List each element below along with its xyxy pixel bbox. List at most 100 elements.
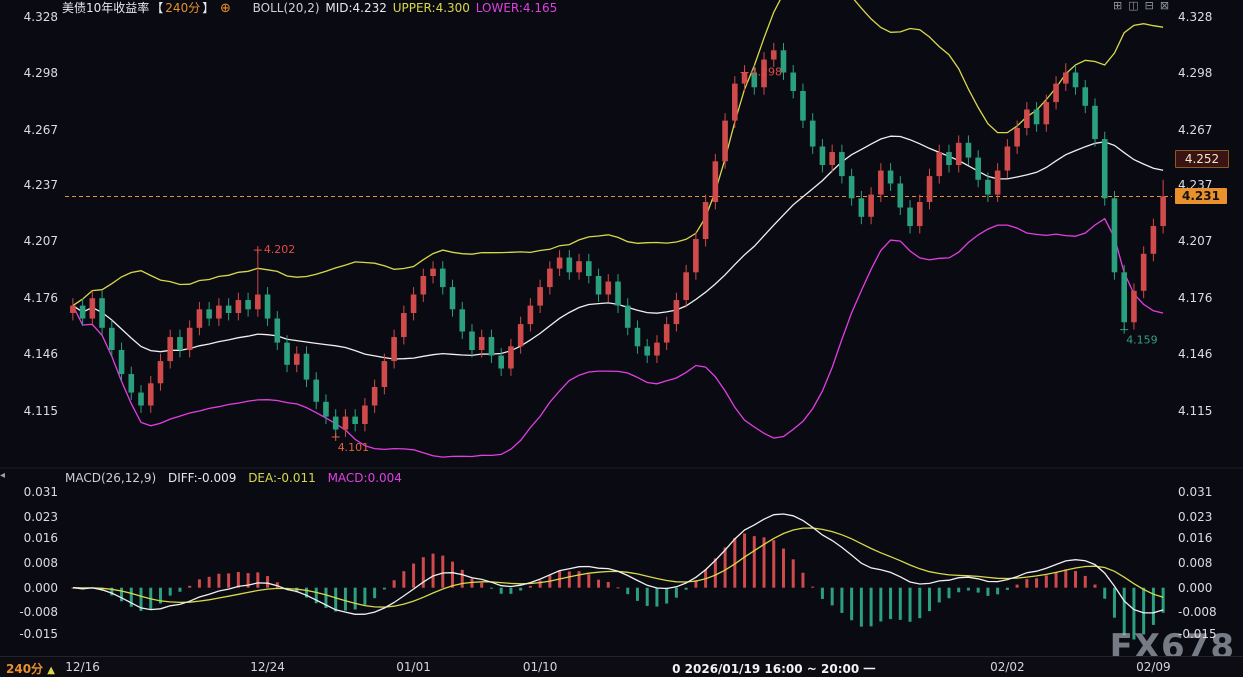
candle-body	[459, 309, 465, 331]
candle-body	[1063, 73, 1069, 84]
macd-histogram-bar	[120, 588, 123, 602]
macd-histogram-bar	[188, 586, 191, 588]
time-axis-label: 01/01	[396, 660, 431, 674]
candle-body	[148, 383, 154, 405]
macd-histogram-bar	[947, 588, 950, 599]
candle-body	[138, 393, 144, 406]
candle-body	[1102, 139, 1108, 198]
candle-body	[820, 147, 826, 166]
boll-lower-value: LOWER:4.165	[476, 1, 558, 15]
macd-indicator-name: MACD(26,12,9)	[65, 471, 156, 485]
candle-body	[898, 184, 904, 208]
candle-body	[1092, 106, 1098, 139]
macd-histogram-bar	[237, 572, 240, 588]
macd-macd-value: MACD:0.004	[328, 471, 402, 485]
candle-body	[1151, 226, 1157, 254]
candle-body	[1073, 73, 1079, 88]
macd-histogram-bar	[918, 588, 921, 618]
macd-dea-value: DEA:-0.011	[248, 471, 316, 485]
axis-tick-label: 0.016	[1178, 531, 1212, 545]
candle-body	[362, 406, 368, 425]
window-grid-icon[interactable]: ⊞	[1113, 0, 1122, 12]
axis-tick-label: 4.115	[1178, 404, 1212, 418]
axis-tick-label: -0.015	[1178, 627, 1217, 641]
candle-body	[440, 269, 446, 288]
candle-body	[790, 73, 796, 92]
macd-histogram-bar	[441, 556, 444, 588]
chart-header: 美债10年收益率【240分】 ⊕ BOLL(20,2) MID:4.232 UP…	[62, 1, 559, 15]
candle-body	[528, 306, 534, 325]
axis-tick-label: 0.008	[24, 556, 58, 570]
candle-body	[635, 328, 641, 347]
macd-histogram-bar	[578, 571, 581, 587]
collapse-pane-icon[interactable]: ◂	[0, 470, 5, 481]
add-indicator-icon[interactable]: ⊕	[220, 1, 231, 16]
macd-histogram-bar	[909, 588, 912, 622]
price-annotation: 4.101	[338, 441, 370, 454]
marked-price-box: 4.252	[1175, 150, 1229, 168]
macd-histogram-bar	[724, 547, 727, 587]
bracket-open: 【	[151, 1, 163, 15]
bracket-close: 】	[202, 1, 214, 15]
macd-histogram-bar	[383, 588, 386, 590]
time-axis-label: 12/24	[250, 660, 285, 674]
macd-histogram-bar	[675, 588, 678, 598]
candle-body	[226, 306, 232, 313]
candle-body	[868, 195, 874, 217]
macd-histogram-bar	[1035, 578, 1038, 587]
candle-body	[177, 337, 183, 350]
macd-histogram-bar	[1113, 588, 1116, 618]
macd-histogram-bar	[879, 588, 882, 622]
window-close-icon[interactable]: ⊠	[1160, 0, 1169, 12]
macd-histogram-bar	[509, 588, 512, 594]
macd-histogram-bar	[490, 588, 493, 589]
candle-body	[966, 143, 972, 158]
macd-diff-value: DIFF:-0.009	[168, 471, 236, 485]
axis-tick-label: 4.237	[24, 178, 58, 192]
candle-body	[703, 202, 709, 239]
macd-histogram-bar	[899, 588, 902, 620]
macd-histogram-bar	[344, 588, 347, 611]
window-tile-icon[interactable]: ◫	[1128, 0, 1138, 12]
macd-histogram-bar	[607, 582, 610, 588]
candle-body	[1044, 102, 1050, 124]
footer-period-button[interactable]: 240分 ▲	[6, 660, 55, 677]
boll-mid-value: MID:4.232	[325, 1, 387, 15]
macd-histogram-bar	[870, 588, 873, 627]
candle-body	[508, 346, 514, 368]
macd-histogram-bar	[227, 573, 230, 587]
macd-histogram-bar	[1084, 576, 1087, 588]
macd-histogram-bar	[412, 564, 415, 588]
axis-tick-label: 4.267	[1178, 123, 1212, 137]
macd-histogram-bar	[850, 588, 853, 621]
axis-tick-label: 4.267	[24, 123, 58, 137]
candle-body	[927, 176, 933, 202]
candle-body	[557, 258, 563, 269]
macd-histogram-bar	[967, 588, 970, 591]
candle-body	[382, 361, 388, 387]
macd-histogram-bar	[714, 558, 717, 587]
macd-histogram-bar	[646, 588, 649, 606]
macd-histogram-bar	[198, 579, 201, 587]
candle-body	[294, 354, 300, 365]
candle-body	[625, 306, 631, 328]
macd-histogram-bar	[587, 574, 590, 587]
candle-body	[343, 417, 349, 430]
candle-body	[284, 343, 290, 365]
time-axis-label: 0 2026/01/19 16:00 ~ 20:00 一	[672, 660, 875, 677]
candle-body	[1005, 147, 1011, 171]
candle-body	[664, 324, 670, 343]
candle-body	[839, 152, 845, 176]
candle-body	[849, 176, 855, 198]
candle-body	[411, 295, 417, 314]
macd-histogram-bar	[432, 554, 435, 588]
window-cascade-icon[interactable]: ⊟	[1145, 0, 1154, 12]
current-price-box: 4.231	[1175, 188, 1227, 204]
dea-line	[73, 528, 1163, 607]
axis-tick-label: 4.207	[1178, 234, 1212, 248]
candle-body	[274, 319, 280, 343]
candle-body	[313, 380, 319, 402]
axis-tick-label: 0.016	[24, 531, 58, 545]
candle-body	[576, 261, 582, 272]
chart-canvas[interactable]: 4.2024.2984.1014.159	[0, 0, 1243, 677]
